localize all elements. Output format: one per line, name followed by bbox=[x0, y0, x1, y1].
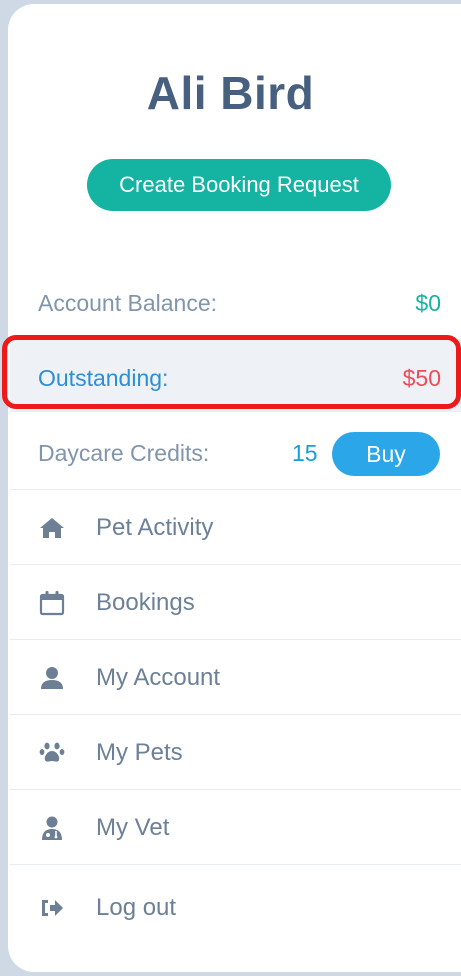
nav-item-label: Bookings bbox=[96, 589, 195, 616]
user-name: Ali Bird bbox=[146, 67, 315, 119]
daycare-credits-value: 15 bbox=[292, 440, 318, 466]
daycare-credits-label: Daycare Credits: bbox=[38, 440, 210, 466]
create-booking-request-button[interactable]: Create Booking Request bbox=[87, 159, 391, 211]
user-icon bbox=[38, 664, 66, 692]
outstanding-value: $50 bbox=[402, 365, 441, 391]
nav-item-label: My Account bbox=[96, 664, 221, 691]
nav-item-log-out[interactable]: Log out bbox=[10, 866, 461, 948]
doctor-icon bbox=[38, 814, 66, 842]
account-balance-label: Account Balance: bbox=[38, 290, 218, 316]
nav-item-pet-activity[interactable]: Pet Activity bbox=[10, 490, 461, 565]
home-icon bbox=[38, 514, 66, 542]
nav-item-label: Log out bbox=[96, 894, 177, 921]
nav-item-bookings[interactable]: Bookings bbox=[10, 565, 461, 640]
calendar-icon bbox=[38, 589, 66, 617]
paw-icon bbox=[38, 739, 66, 767]
logout-icon bbox=[38, 894, 66, 922]
account-balance-value: $0 bbox=[415, 290, 441, 316]
nav-item-my-account[interactable]: My Account bbox=[10, 640, 461, 715]
outstanding-label: Outstanding: bbox=[38, 365, 169, 391]
outstanding-row[interactable]: Outstanding: $50 bbox=[10, 340, 461, 412]
nav-item-my-vet[interactable]: My Vet bbox=[10, 790, 461, 865]
nav-item-label: Pet Activity bbox=[96, 514, 214, 541]
buy-credits-button[interactable]: Buy bbox=[332, 432, 440, 476]
nav-item-label: My Pets bbox=[96, 739, 183, 766]
account-balance-row: Account Balance: $0 bbox=[10, 268, 461, 340]
daycare-credits-row: Daycare Credits: 15 Buy bbox=[10, 412, 461, 490]
nav-item-label: My Vet bbox=[96, 814, 170, 841]
nav-item-my-pets[interactable]: My Pets bbox=[10, 715, 461, 790]
